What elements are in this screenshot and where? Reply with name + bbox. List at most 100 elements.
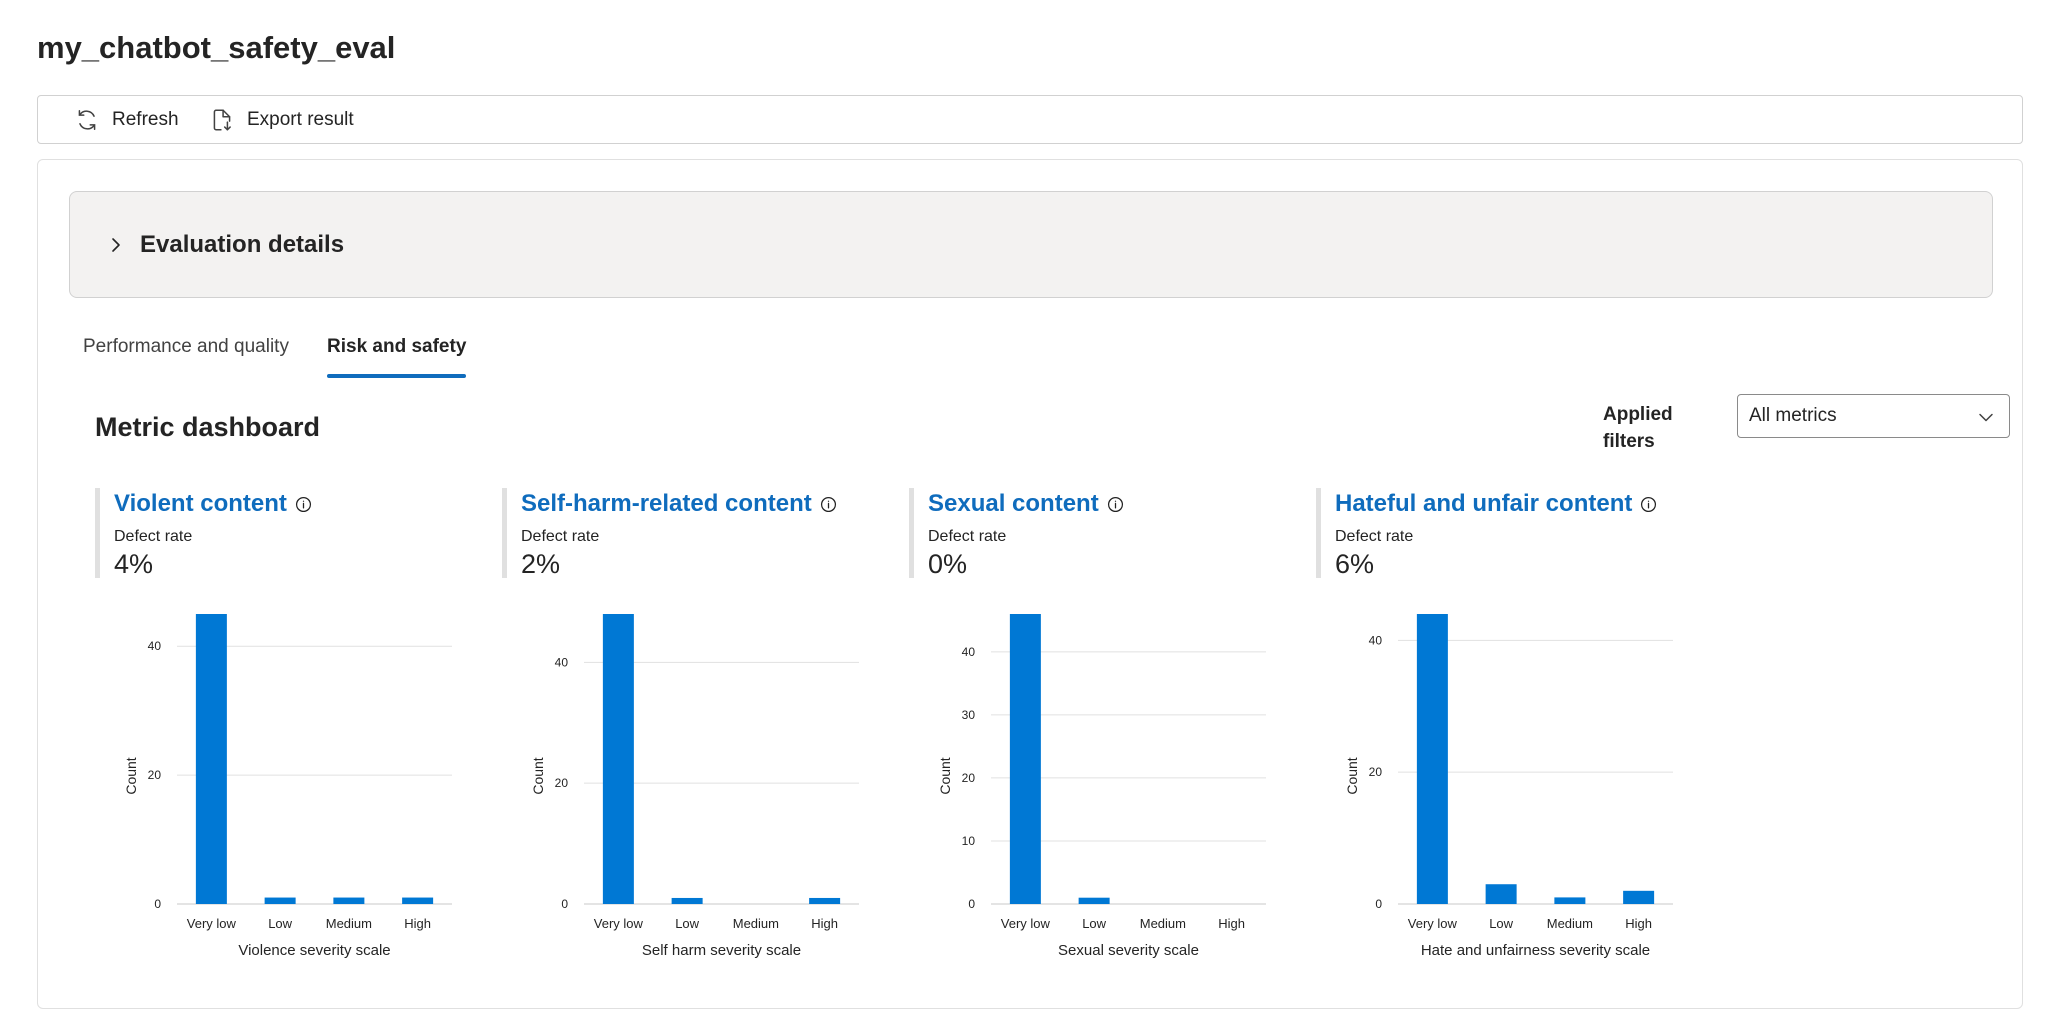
y-tick-label: 40: [555, 655, 569, 669]
bar[interactable]: [333, 897, 365, 904]
y-axis-title: Count: [530, 757, 546, 794]
metric-header: Self-harm-related content Defect rate 2%: [502, 488, 887, 579]
defect-rate-value: 0%: [928, 549, 968, 579]
bar[interactable]: [1078, 897, 1110, 904]
metric-header: Sexual content Defect rate 0%: [909, 488, 1294, 579]
metric-title: Violent content: [114, 490, 287, 517]
bar[interactable]: [1485, 884, 1517, 904]
metric-title-link[interactable]: Hateful and unfair content: [1335, 490, 1657, 518]
defect-rate-label: Defect rate: [928, 528, 1007, 545]
info-icon[interactable]: [1640, 496, 1657, 513]
bar[interactable]: [809, 897, 841, 904]
export-result-button[interactable]: Export result: [209, 96, 354, 143]
bar[interactable]: [1416, 614, 1448, 904]
y-tick-label: 0: [1375, 897, 1382, 911]
metric-card-violent: Violent content Defect rate 4% 0 20 40 Very…: [95, 488, 495, 968]
x-tick-label: High: [404, 916, 431, 931]
severity-chart: 0 20 40 Very low Low Medium High Hate and unfai…: [1316, 598, 1716, 968]
page-title: my_chatbot_safety_eval: [37, 30, 396, 65]
bar[interactable]: [671, 897, 703, 904]
metric-title-link[interactable]: Violent content: [114, 490, 312, 518]
y-tick-label: 0: [154, 897, 161, 911]
y-tick-label: 40: [148, 639, 162, 653]
x-tick-label: Low: [268, 916, 292, 931]
bar[interactable]: [602, 614, 634, 904]
x-axis-title: Hate and unfairness severity scale: [1421, 942, 1650, 959]
x-tick-label: Very low: [187, 916, 237, 931]
y-tick-label: 20: [962, 771, 976, 785]
x-axis-title: Self harm severity scale: [642, 942, 801, 959]
bar[interactable]: [195, 614, 227, 904]
export-label: Export result: [247, 108, 354, 130]
x-tick-label: Low: [675, 916, 699, 931]
defect-rate-label: Defect rate: [114, 528, 193, 545]
x-tick-label: Medium: [733, 916, 779, 931]
active-tab-indicator: [327, 374, 467, 378]
metric-title: Self-harm-related content: [521, 490, 812, 517]
x-tick-label: Low: [1489, 916, 1513, 931]
evaluation-details-label: Evaluation details: [140, 230, 345, 258]
bar-chart: 0 20 40 Very low Low Medium High Self harm seve…: [530, 614, 859, 959]
metric-card-sexual: Sexual content Defect rate 0% 0 10 20 30 40 V…: [909, 488, 1309, 968]
x-tick-label: Medium: [326, 916, 372, 931]
bar[interactable]: [1623, 890, 1655, 904]
y-tick-label: 20: [148, 768, 162, 782]
bar[interactable]: [264, 897, 296, 904]
defect-rate-label: Defect rate: [1335, 528, 1414, 545]
x-axis-title: Sexual severity scale: [1058, 942, 1199, 959]
metric-dashboard-title: Metric dashboard: [95, 412, 321, 442]
y-tick-label: 20: [1369, 765, 1383, 779]
x-tick-label: Medium: [1547, 916, 1593, 931]
defect-rate-label: Defect rate: [521, 528, 600, 545]
refresh-icon: [78, 109, 96, 130]
y-axis-title: Count: [937, 757, 953, 794]
metric-title-link[interactable]: Sexual content: [928, 490, 1124, 518]
defect-rate-value: 6%: [1335, 549, 1375, 579]
metric-title: Sexual content: [928, 490, 1099, 517]
y-tick-label: 0: [561, 897, 568, 911]
bar[interactable]: [1009, 614, 1041, 904]
metric-card-hateful: Hateful and unfair content Defect rate 6…: [1316, 488, 1716, 968]
defect-rate-value: 2%: [521, 549, 561, 579]
bar-chart: 0 20 40 Very low Low Medium High Hate and unfai…: [1344, 614, 1673, 959]
x-axis-title: Violence severity scale: [238, 942, 390, 959]
metrics-filter-dropdown[interactable]: All metrics: [1737, 394, 2010, 438]
info-icon[interactable]: [820, 496, 837, 513]
x-tick-label: Medium: [1140, 916, 1186, 931]
tab-risk-and-safety[interactable]: Risk and safety: [327, 336, 467, 378]
y-tick-label: 30: [962, 708, 976, 722]
defect-rate-value: 4%: [114, 549, 154, 579]
severity-chart: 0 20 40 Very low Low Medium High Violence sever…: [95, 598, 495, 968]
y-axis-title: Count: [123, 757, 139, 794]
info-icon[interactable]: [295, 496, 312, 513]
evaluation-details-accordion[interactable]: Evaluation details: [69, 191, 1993, 298]
metric-title-link[interactable]: Self-harm-related content: [521, 490, 837, 518]
applied-filters-label: Applied filters: [1603, 404, 1673, 452]
y-tick-label: 40: [962, 645, 976, 659]
tab-label: Performance and quality: [83, 336, 289, 357]
tab-performance-and-quality[interactable]: Performance and quality: [83, 336, 289, 358]
y-axis-title: Count: [1344, 757, 1360, 794]
metric-title: Hateful and unfair content: [1335, 490, 1633, 517]
x-tick-label: Low: [1082, 916, 1106, 931]
x-tick-label: Very low: [1408, 916, 1458, 931]
bar[interactable]: [402, 897, 434, 904]
chevron-down-icon: [1979, 413, 1993, 422]
y-tick-label: 20: [555, 776, 569, 790]
x-tick-label: High: [811, 916, 838, 931]
info-icon[interactable]: [1107, 496, 1124, 513]
refresh-button[interactable]: Refresh: [74, 96, 179, 143]
x-tick-label: High: [1218, 916, 1245, 931]
bar[interactable]: [1554, 897, 1586, 904]
y-tick-label: 10: [962, 834, 976, 848]
metric-header: Hateful and unfair content Defect rate 6…: [1316, 488, 1701, 579]
tab-label: Risk and safety: [327, 336, 467, 357]
x-tick-label: Very low: [594, 916, 644, 931]
bar-chart: 0 20 40 Very low Low Medium High Violence sever…: [123, 614, 452, 959]
chevron-right-icon: [112, 237, 120, 252]
severity-chart: 0 20 40 Very low Low Medium High Self harm seve…: [502, 598, 902, 968]
toolbar: Refresh Export result: [37, 95, 2023, 144]
y-tick-label: 0: [968, 897, 975, 911]
severity-chart: 0 10 20 30 40 Very low Low Medium High Sexual sev…: [909, 598, 1309, 968]
x-tick-label: Very low: [1001, 916, 1051, 931]
